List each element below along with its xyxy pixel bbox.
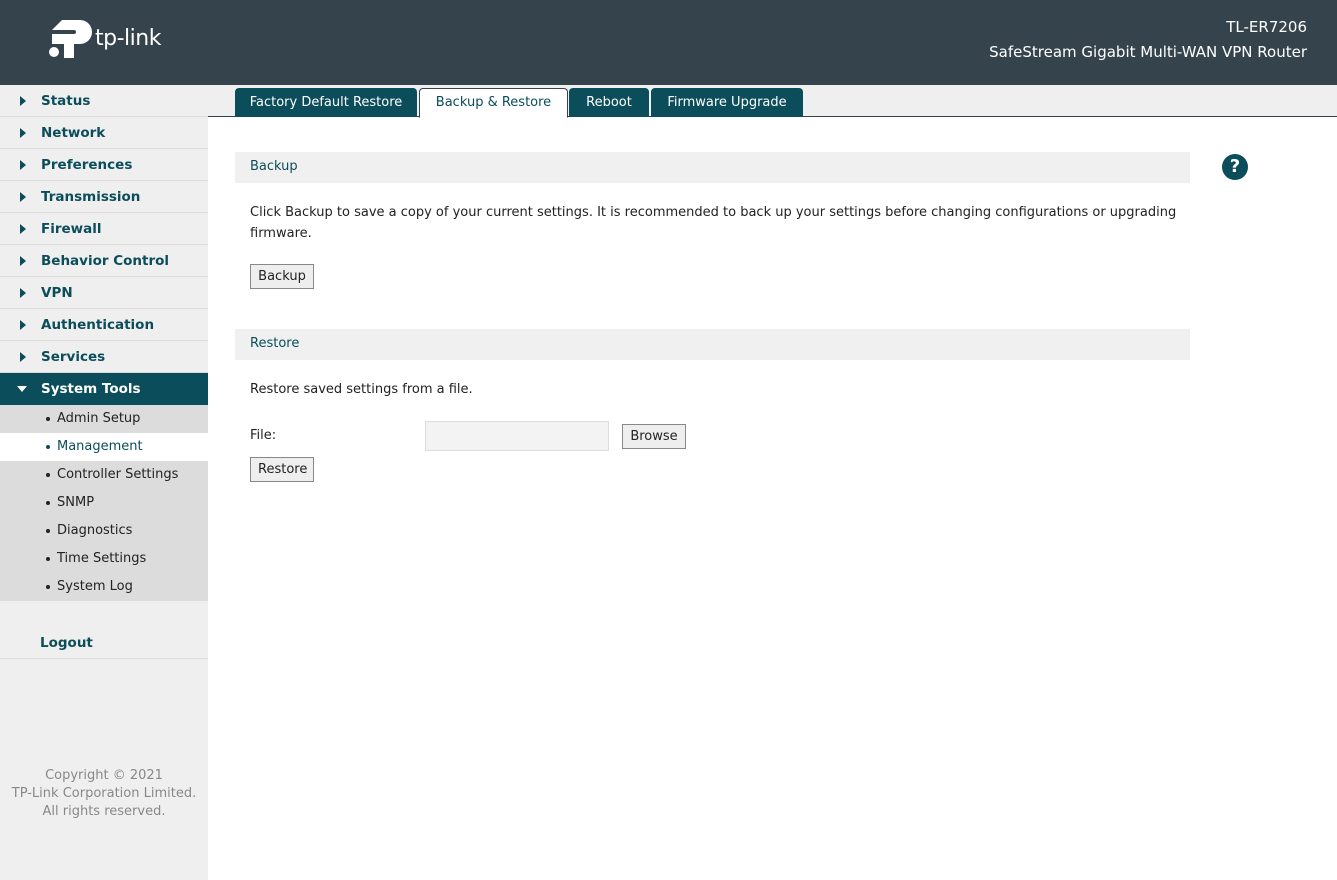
bullet-icon [46,473,50,477]
caret-right-icon [20,352,26,362]
sidebar-item-label: Status [41,93,91,109]
copyright-line: Copyright © 2021 [45,768,163,783]
submenu-item-label: Admin Setup [57,411,141,426]
caret-right-icon [20,320,26,330]
sidebar-item-vpn[interactable]: VPN [0,277,208,309]
submenu-item-management[interactable]: Management [0,433,208,461]
sidebar-item-label: VPN [41,285,73,301]
copyright: Copyright © 2021 TP-Link Corporation Lim… [0,767,208,821]
sidebar-item-label: Firewall [41,221,102,237]
submenu-item-label: Time Settings [57,551,147,566]
sidebar-item-transmission[interactable]: Transmission [0,181,208,213]
caret-right-icon [20,192,26,202]
bullet-icon [46,585,50,589]
submenu-item-system-log[interactable]: System Log [0,573,208,601]
sidebar-item-services[interactable]: Services [0,341,208,373]
model-name: TL-ER7206 [1226,18,1307,36]
sidebar: Status Network Preferences Transmission … [0,85,208,880]
sidebar-item-firewall[interactable]: Firewall [0,213,208,245]
help-icon[interactable]: ? [1222,154,1248,180]
bullet-icon [46,417,50,421]
tab-reboot[interactable]: Reboot [569,88,649,117]
copyright-line: TP-Link Corporation Limited. [11,786,197,801]
submenu-item-label: Diagnostics [57,523,133,538]
backup-section-title: Backup [250,159,298,174]
submenu-item-snmp[interactable]: SNMP [0,489,208,517]
sidebar-item-label: Transmission [41,189,141,205]
file-path-input[interactable] [425,421,609,451]
sidebar-item-label: Network [41,125,106,141]
caret-right-icon [20,96,26,106]
sidebar-item-authentication[interactable]: Authentication [0,309,208,341]
logo-text: tp-link [95,26,161,51]
tab-bar: Factory Default Restore Backup & Restore… [208,85,1337,118]
restore-section-title: Restore [250,336,300,351]
submenu-item-admin-setup[interactable]: Admin Setup [0,405,208,433]
bullet-icon [46,557,50,561]
browse-button[interactable]: Browse [622,424,686,449]
submenu-item-label: System Log [57,579,133,594]
submenu-item-time-settings[interactable]: Time Settings [0,545,208,573]
file-label: File: [250,428,277,443]
submenu-item-controller-settings[interactable]: Controller Settings [0,461,208,489]
caret-right-icon [20,288,26,298]
logout-label: Logout [40,635,93,651]
tab-factory-default-restore[interactable]: Factory Default Restore [235,88,417,117]
bullet-icon [46,445,50,449]
backup-section-header: Backup [235,152,1190,183]
copyright-line: All rights reserved. [42,804,166,819]
sidebar-item-label: System Tools [41,381,141,397]
submenu-item-label: Controller Settings [57,467,179,482]
backup-button[interactable]: Backup [250,264,314,289]
sidebar-item-behavior-control[interactable]: Behavior Control [0,245,208,277]
caret-right-icon [20,224,26,234]
restore-description: Restore saved settings from a file. [250,382,473,397]
sidebar-item-label: Authentication [41,317,155,333]
tab-firmware-upgrade[interactable]: Firmware Upgrade [651,88,803,117]
logout-link[interactable]: Logout [0,627,208,659]
backup-description: Click Backup to save a copy of your curr… [250,205,1177,241]
submenu-item-label: Management [57,439,143,454]
submenu-item-label: SNMP [57,495,95,510]
submenu-item-diagnostics[interactable]: Diagnostics [0,517,208,545]
sidebar-item-label: Behavior Control [41,253,170,269]
restore-button[interactable]: Restore [250,457,314,482]
sidebar-item-preferences[interactable]: Preferences [0,149,208,181]
model-description: SafeStream Gigabit Multi-WAN VPN Router [989,43,1307,61]
sidebar-item-label: Services [41,349,106,365]
restore-section-header: Restore [235,329,1190,360]
sidebar-item-status[interactable]: Status [0,85,208,117]
tab-backup-restore[interactable]: Backup & Restore [419,88,568,118]
bullet-icon [46,501,50,505]
caret-right-icon [20,256,26,266]
sidebar-item-system-tools[interactable]: System Tools [0,373,208,405]
sidebar-item-label: Preferences [41,157,133,173]
caret-right-icon [20,160,26,170]
system-tools-submenu: Admin Setup Management Controller Settin… [0,405,208,601]
bullet-icon [46,529,50,533]
header: tp-link TL-ER7206 SafeStream Gigabit Mul… [0,0,1337,85]
caret-down-icon [17,386,27,392]
sidebar-item-network[interactable]: Network [0,117,208,149]
caret-right-icon [20,128,26,138]
